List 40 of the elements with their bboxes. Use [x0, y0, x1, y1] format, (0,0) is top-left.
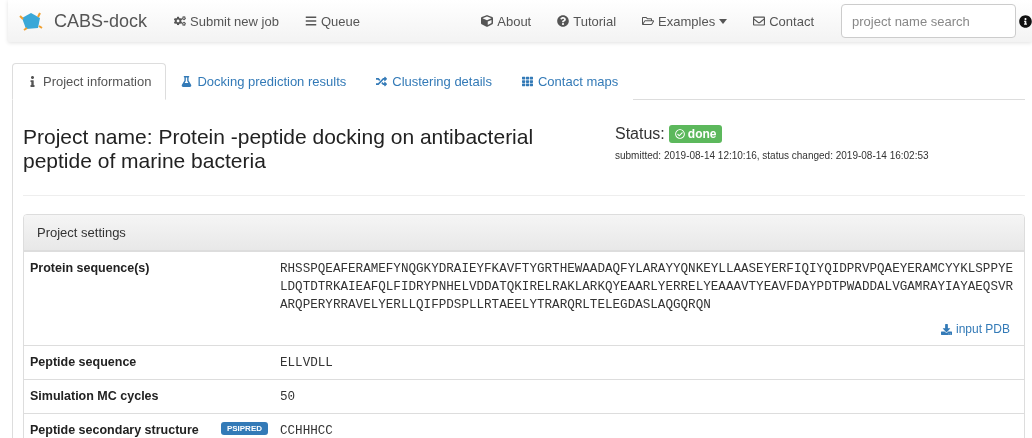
tab[interactable]: Project information: [12, 63, 167, 100]
download-link[interactable]: input PDB: [940, 322, 1010, 337]
setting-label: Simulation MC cycles: [30, 388, 159, 404]
project-title: Project name: Protein -peptide docking on antibacterial peptide of marine bacteria: [23, 125, 535, 174]
status-label: Status:: [615, 125, 665, 143]
download-icon: [940, 323, 952, 335]
shuffle-icon: [376, 76, 388, 87]
setting-label: Protein sequence(s): [30, 260, 150, 276]
nav-link[interactable]: Tutorial: [544, 13, 630, 29]
brand-name[interactable]: CABS-dock: [54, 10, 148, 32]
setting-label: Peptide sequence: [30, 354, 137, 370]
nav-link[interactable]: Contact: [740, 13, 827, 29]
nav-link[interactable]: Examples: [629, 13, 741, 29]
status-badge: done: [668, 125, 723, 143]
logo-icon: [18, 10, 44, 32]
folder-icon: [642, 15, 655, 27]
nav-link[interactable]: Queue: [291, 13, 373, 29]
setting-value: CCHHHCC: [280, 423, 334, 438]
check-icon: [674, 129, 685, 139]
nav-link[interactable]: Submit new job: [161, 13, 292, 29]
nav-link[interactable]: About: [468, 13, 545, 29]
psipred-badge: PSIPRED: [220, 422, 268, 436]
question-icon: [557, 15, 570, 27]
search-field[interactable]: project name search: [841, 4, 1016, 38]
setting-value: LDQTDTRKAIEAFQLFIDRYPNHELVDDATQKIRELRAKLARKQYEAARLYERRELYEAAAVTYEAVFDAYPDTPWADDALVGAMRAYIAYAEQSVR: [280, 279, 1015, 297]
cube-icon: [481, 15, 494, 27]
setting-value: 50: [280, 389, 297, 407]
setting-value: ARQPERYRRAVELYERLLQIFPDSPLLRTAEELYTRARQRLTELEGDASLAQGQRQN: [280, 297, 712, 315]
setting-value: RHSSPQEAFERAMEFYNQGKYDRAIEYFKAVFTYGRTHEWAADAQFYLARAYYQNKEYLLAASEYERFIQIYQIDPRVPQAEYERAMCYYKLSPPYE: [280, 261, 1015, 279]
setting-value: ELLVDLL: [280, 355, 334, 373]
gears-icon: [174, 15, 187, 27]
menu-icon: [304, 15, 317, 27]
status-timestamps: submitted: 2019-08-14 12:10:16, status changed: 2019-08-14 16:02:53: [615, 150, 930, 161]
setting-label: Peptide secondary structure: [30, 422, 199, 438]
info-icon[interactable]: [1019, 14, 1032, 28]
panel-heading: Project settings: [24, 215, 1024, 252]
info-icon: [27, 76, 38, 87]
flask-icon: [181, 76, 193, 87]
envelope-icon: [753, 15, 766, 27]
grid-icon: [521, 76, 533, 87]
